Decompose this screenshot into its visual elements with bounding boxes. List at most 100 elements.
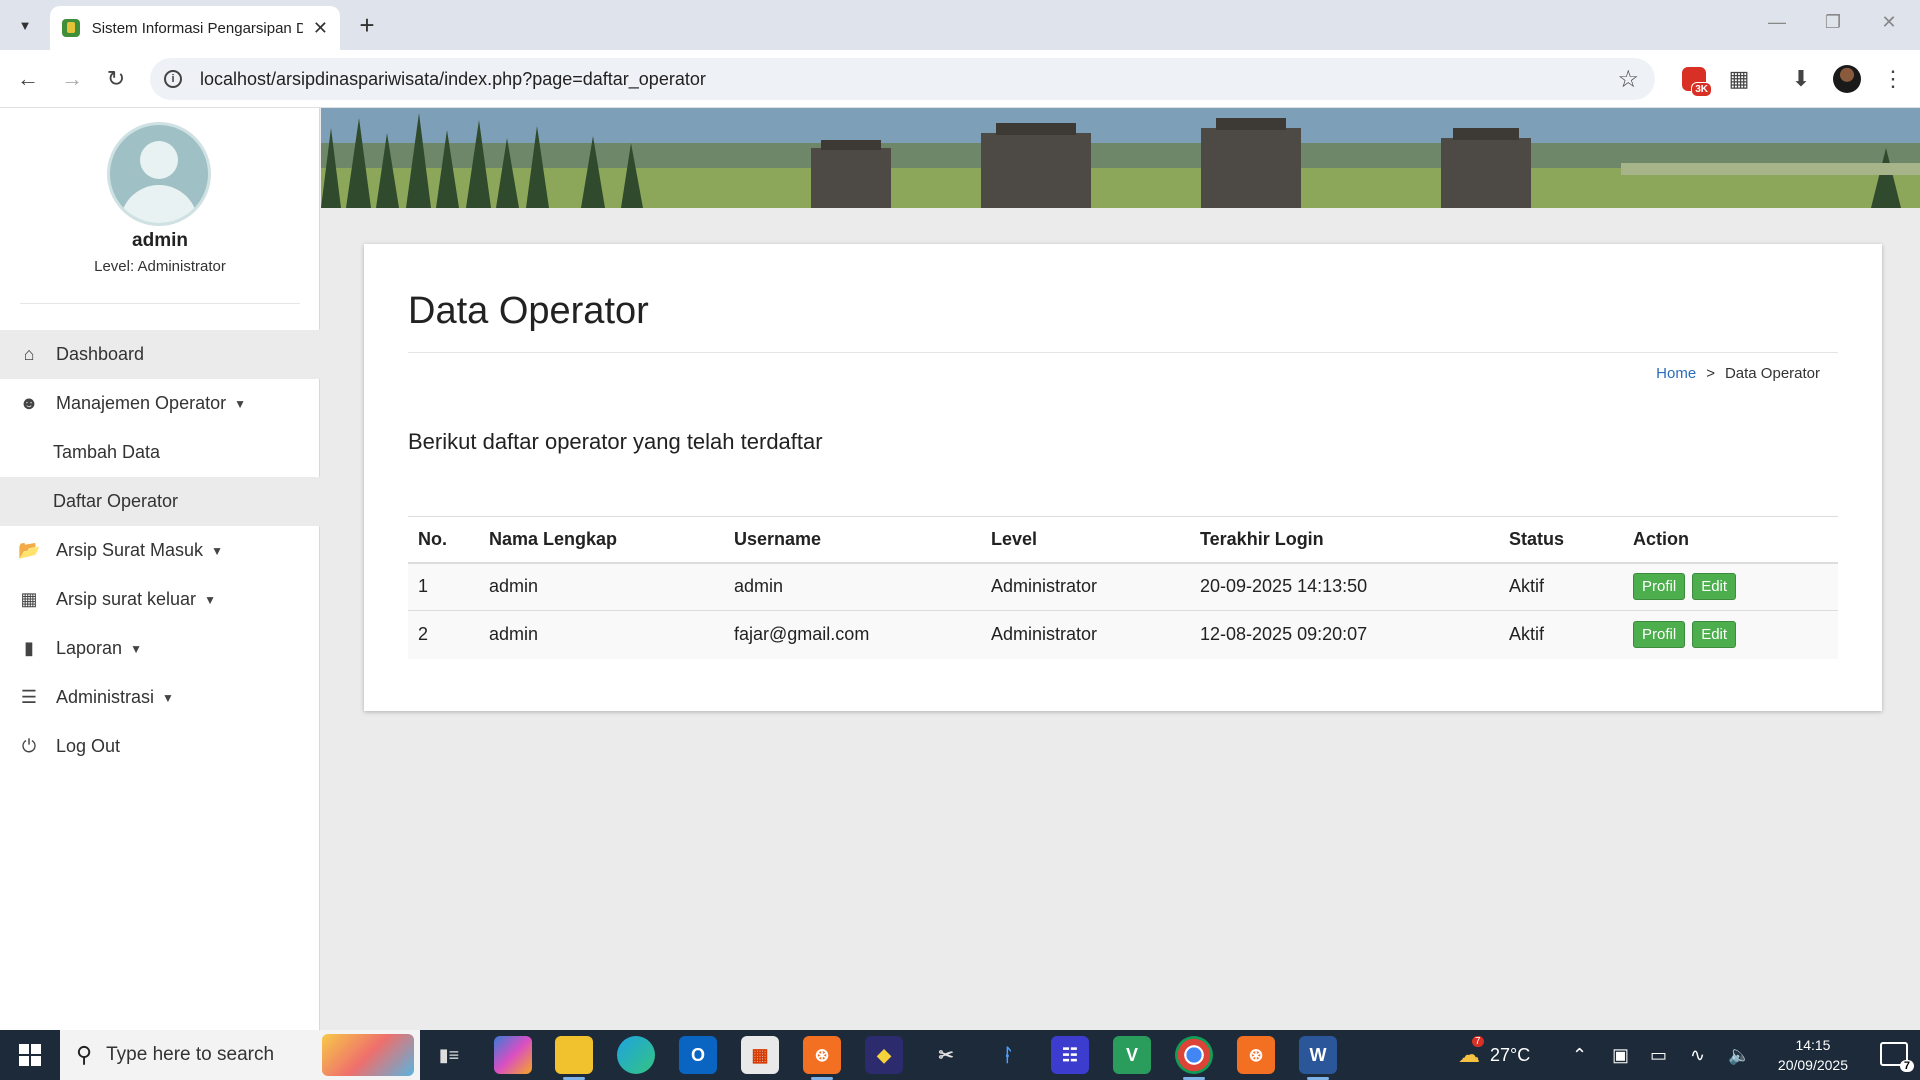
user-level: Level: Administrator [94,258,226,275]
notification-count: 7 [1899,1060,1914,1072]
browser-toolbar: ← → ↻ i localhost/arsipdinaspariwisata/i… [0,50,1920,108]
breadcrumb-separator: > [1706,365,1715,382]
sidebar-item-administrasi[interactable]: ☰ Administrasi ▼ [0,673,320,722]
title-divider [408,352,1838,353]
restore-icon[interactable]: ❐ [1818,12,1848,33]
xampp-icon[interactable]: ⊛ [803,1036,841,1080]
battery-icon[interactable]: ▭ [1650,1030,1667,1080]
page-title: Data Operator [408,290,649,332]
copilot-icon[interactable] [494,1036,532,1074]
sidebar-item-label: Log Out [56,736,121,756]
chrome-icon[interactable] [1175,1036,1213,1080]
app-diamond-icon[interactable]: ◆ [865,1036,903,1074]
column-header: Action [1623,516,1838,564]
cell-status: Aktif [1499,610,1623,659]
breadcrumb-home-link[interactable]: Home [1656,365,1696,382]
sidebar-item-arsip-surat-masuk[interactable]: 📂 Arsip Surat Masuk ▼ [0,526,320,575]
snipping-tool-icon[interactable]: ✂ [927,1036,965,1074]
tab-close-icon[interactable]: ✕ [313,18,328,39]
microsoft-store-icon[interactable]: ▦ [741,1036,779,1074]
site-info-icon[interactable]: i [164,70,182,88]
sidebar-menu: ⌂ Dashboard ☻ Manajemen Operator ▼ Tamba… [0,330,320,771]
sidebar-item-manajemen-operator[interactable]: ☻ Manajemen Operator ▼ [0,379,320,428]
browser-tab[interactable]: Sistem Informasi Pengarsipan D ✕ [50,6,340,50]
downloads-icon[interactable]: ⬇ [1784,62,1818,96]
close-window-icon[interactable]: ✕ [1874,12,1904,33]
wifi-icon[interactable]: ∿ [1690,1030,1705,1080]
sidebar-item-daftar-operator[interactable]: Daftar Operator [0,477,320,526]
task-view-icon[interactable]: ▮≡ [430,1036,468,1074]
cell-nama: admin [479,610,724,659]
camera-icon[interactable]: ▣ [1612,1030,1629,1080]
reload-icon[interactable]: ↻ [100,63,132,95]
app-grid-icon[interactable]: ☷ [1051,1036,1089,1074]
edge-icon[interactable] [617,1036,655,1074]
forward-arrow-icon[interactable]: → [56,63,88,95]
sidebar-divider [20,303,300,304]
clock-date: 20/09/2025 [1777,1057,1848,1073]
notifications-icon[interactable]: 7 [1880,1042,1914,1072]
search-highlight-image[interactable] [322,1034,414,1076]
cell-level: Administrator [981,610,1190,659]
start-button[interactable] [0,1030,60,1080]
cell-no: 1 [408,562,479,611]
sidebar-item-laporan[interactable]: ▮ Laporan ▼ [0,624,320,673]
system-clock[interactable]: 14:15 20/09/2025 [1778,1035,1848,1075]
sidebar-item-label: Tambah Data [53,442,161,462]
sidebar-item-label: Arsip Surat Masuk [56,540,204,560]
caret-down-icon: ▼ [162,690,174,705]
column-header: Level [981,516,1190,564]
caret-down-icon: ▼ [211,543,223,558]
lead-text: Berikut daftar operator yang telah terda… [408,429,823,454]
user-avatar [107,122,211,226]
sidebar-item-label: Daftar Operator [53,491,179,511]
new-tab-button[interactable]: + [352,10,382,41]
weather-icon: ☁ 7 [1458,1036,1484,1068]
word-icon[interactable]: W [1299,1036,1337,1080]
content-panel: Data Operator Home > Data Operator Berik… [364,244,1882,711]
power-icon: ⏻ [21,736,37,756]
edit-button[interactable]: Edit [1692,621,1737,649]
sidebar-item-dashboard[interactable]: ⌂ Dashboard [0,330,320,379]
caret-down-icon: ▼ [130,641,142,656]
back-arrow-icon[interactable]: ← [12,63,44,95]
sidebar-item-log-out[interactable]: ⏻ Log Out [0,722,320,771]
search-icon: ⚲ [76,1042,93,1067]
xampp-control-icon[interactable]: ⊛ [1237,1036,1275,1074]
outlook-icon[interactable]: O [679,1036,717,1074]
table-row: 1 admin admin Administrator 20-09-2025 1… [408,562,1838,611]
url-text[interactable]: localhost/arsipdinaspariwisata/index.php… [200,69,706,90]
browser-tab-strip: ▼ Sistem Informasi Pengarsipan D ✕ + — ❐… [0,0,1920,50]
weather-temp: 27°C [1490,1044,1531,1065]
server-icon: ☰ [20,687,38,707]
edit-button[interactable]: Edit [1692,573,1737,601]
breadcrumb: Home > Data Operator [1656,365,1820,382]
minimize-icon[interactable]: — [1762,12,1792,33]
sidebar-item-arsip-surat-keluar[interactable]: ▦ Arsip surat keluar ▼ [0,575,320,624]
file-explorer-icon[interactable] [555,1036,593,1080]
extension-icon[interactable]: 3K [1677,62,1712,97]
cell-username: fajar@gmail.com [724,610,981,659]
cell-action: Profil Edit [1623,562,1838,611]
browser-menu-icon[interactable]: ⋮ [1876,62,1910,96]
tray-chevron-icon[interactable]: ⌃ [1572,1030,1587,1080]
extensions-puzzle-icon[interactable]: ▦ [1722,62,1756,96]
taskbar-search-box[interactable]: ⚲ Type here to search [60,1030,420,1080]
sidebar-item-tambah-data[interactable]: Tambah Data [0,428,320,477]
volume-icon[interactable]: 🔈 [1728,1030,1750,1080]
weather-widget[interactable]: ☁ 7 27°C [1458,1030,1530,1080]
vscode-like-icon[interactable]: V [1113,1036,1151,1074]
tab-search-chevron-icon[interactable]: ▼ [10,11,40,39]
header-banner-image [321,108,1920,208]
bookmark-star-icon[interactable]: ☆ [1617,65,1639,94]
address-bar[interactable]: i localhost/arsipdinaspariwisata/index.p… [150,58,1655,100]
profil-button[interactable]: Profil [1633,573,1686,601]
profile-avatar[interactable] [1830,62,1864,96]
column-header: Status [1499,516,1623,564]
cell-action: Profil Edit [1623,610,1838,659]
windows-logo-icon [19,1044,41,1066]
bluetooth-icon[interactable]: ᛛ [989,1036,1027,1074]
caret-down-icon: ▼ [204,592,216,607]
profil-button[interactable]: Profil [1633,621,1686,649]
weather-badge: 7 [1472,1036,1484,1047]
